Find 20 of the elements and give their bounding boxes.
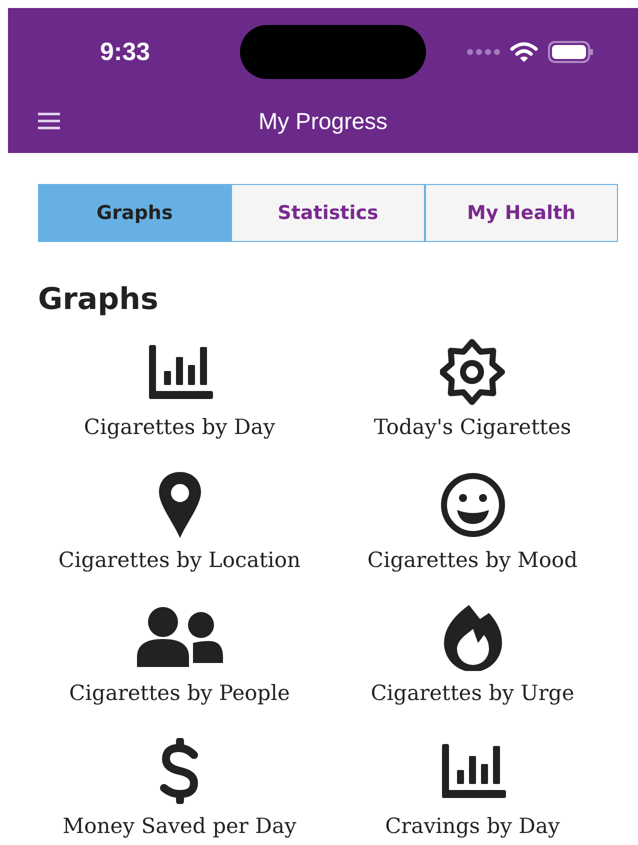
graph-link[interactable]: Today's Cigarettes [374,413,572,441]
graph-link[interactable]: Cigarettes by Day [84,413,276,441]
tab[interactable]: My Health [424,185,617,241]
menu-icon[interactable] [38,112,60,130]
graph-link[interactable]: Cigarettes by People [69,679,290,707]
smiley-icon [440,472,506,538]
graph-link[interactable]: Money Saved per Day [62,812,296,840]
tab[interactable]: Statistics [230,185,424,241]
graph-link[interactable]: Cigarettes by Urge [370,679,574,707]
signal-icon [466,48,500,56]
graph-link[interactable]: Cigarettes by Location [58,546,301,574]
screen-title: My Progress [257,108,389,134]
settings-icon [440,339,506,405]
tab[interactable]: Graphs [39,185,230,241]
status-time: 9:33 [100,38,152,66]
graph-link[interactable]: Cigarettes by Mood [367,546,578,574]
battery-icon [548,41,594,63]
graph-link[interactable]: Cravings by Day [385,812,560,840]
section-heading: Graphs [38,282,160,317]
wifi-icon [510,41,538,63]
